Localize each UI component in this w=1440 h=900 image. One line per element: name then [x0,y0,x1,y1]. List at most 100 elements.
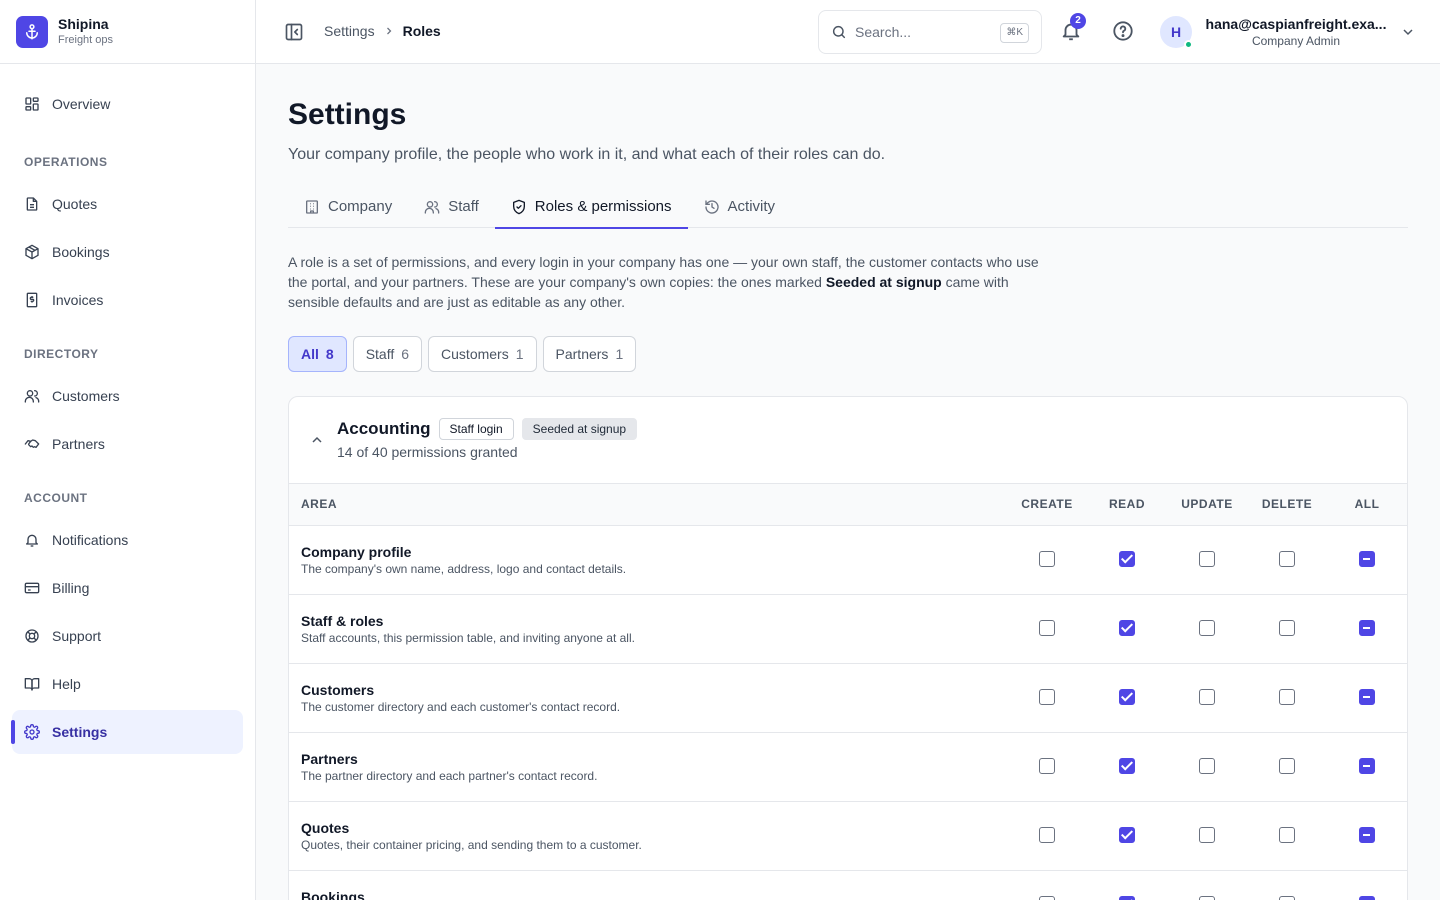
tab-label: Company [328,198,393,215]
user-menu[interactable]: hana@caspianfreight.exa... Company Admin [1200,14,1392,49]
permission-cell-delete [1247,663,1327,732]
area-name: Staff & roles [301,612,384,629]
sidebar-item-bookings[interactable]: Bookings [12,230,243,274]
filter-staff[interactable]: Staff 6 [352,336,423,372]
create-checkbox[interactable] [1039,551,1055,568]
update-checkbox[interactable] [1199,758,1215,775]
column-header-create: CREATE [1021,497,1073,512]
table-header-row: AREA CREATE READ UPDATE DELETE ALL [289,484,1407,525]
permission-cell-read [1087,870,1167,900]
filter-all[interactable]: All 8 [288,336,347,372]
read-checkbox[interactable] [1119,758,1135,775]
brand[interactable]: Shipina Freight ops [0,0,255,64]
tab-roles-permissions[interactable]: Roles & permissions [494,185,688,229]
permission-cell-delete [1247,732,1327,801]
filter-label: Customers [441,346,509,362]
delete-checkbox[interactable] [1279,551,1295,568]
permission-area: Staff & roles Staff accounts, this permis… [289,594,1007,663]
seeded-badge: Seeded at signup [521,418,638,440]
users-icon [24,390,40,403]
create-checkbox[interactable] [1039,827,1055,844]
update-checkbox[interactable] [1199,689,1215,706]
sidebar-item-customers[interactable]: Customers [12,374,243,418]
all-checkbox[interactable] [1359,551,1375,568]
permission-cell-create [1007,870,1087,900]
read-checkbox[interactable] [1119,896,1135,900]
permission-cell-all [1327,732,1407,801]
update-checkbox[interactable] [1199,827,1215,844]
main-content: Settings Your company profile, the peopl… [288,64,1408,900]
all-checkbox[interactable] [1359,620,1375,637]
sidebar-item-partners[interactable]: Partners [12,422,243,466]
permission-cell-all [1327,870,1407,900]
permission-area: Company profile The company's own name, a… [289,525,1007,594]
permission-cell-create [1007,801,1087,870]
delete-checkbox[interactable] [1279,758,1295,775]
read-checkbox[interactable] [1119,827,1135,844]
sidebar-item-settings[interactable]: Settings [11,710,243,754]
all-checkbox[interactable] [1359,896,1375,900]
sidebar-item-invoices[interactable]: Invoices [12,278,243,322]
tab-activity[interactable]: Activity [688,185,792,228]
create-checkbox[interactable] [1039,689,1055,706]
sidebar-item-support[interactable]: Support [12,614,243,658]
sidebar-item-label: Help [52,676,81,692]
update-checkbox[interactable] [1199,551,1215,568]
sidebar-item-overview[interactable]: Overview [12,82,243,126]
notifications-button[interactable]: 2 [1060,13,1086,44]
brand-name: Shipina [58,16,109,32]
sidebar-item-label: Quotes [52,196,98,212]
role-card: Accounting Staff login Seeded at signup … [288,396,1408,900]
book-icon [24,678,40,691]
sidebar-item-billing[interactable]: Billing [12,566,243,610]
filter-count: 1 [615,346,624,362]
read-checkbox[interactable] [1119,551,1135,568]
page-title: Settings [288,98,407,131]
area-description: Quotes, their container pricing, and sen… [301,837,642,852]
filter-partners[interactable]: Partners 1 [542,336,637,372]
chevron-right-icon [386,27,391,35]
chevron-down-icon[interactable] [1400,24,1416,40]
delete-checkbox[interactable] [1279,827,1295,844]
search-box[interactable]: ⌘K [818,10,1042,54]
filter-customers[interactable]: Customers 1 [428,336,537,372]
sidebar-item-notifications[interactable]: Notifications [12,518,243,562]
sidebar-toggle-icon[interactable] [284,22,304,42]
search-input[interactable] [855,24,995,40]
all-checkbox[interactable] [1359,758,1375,775]
sidebar-item-help[interactable]: Help [12,662,243,706]
tab-company[interactable]: Company [288,185,408,228]
tab-staff[interactable]: Staff [408,185,495,228]
avatar[interactable]: H [1160,16,1193,49]
filter-label: All [301,346,319,362]
permission-cell-update [1167,870,1247,900]
help-button[interactable] [1112,20,1136,44]
permission-cell-read [1087,663,1167,732]
breadcrumb-settings[interactable]: Settings [324,23,375,39]
all-checkbox[interactable] [1359,689,1375,706]
update-checkbox[interactable] [1199,896,1215,900]
invoice-icon [26,292,38,308]
online-status-dot [1184,40,1193,49]
permission-cell-delete [1247,870,1327,900]
update-checkbox[interactable] [1199,620,1215,637]
shield-icon [512,199,525,214]
delete-checkbox[interactable] [1279,620,1295,637]
read-checkbox[interactable] [1119,689,1135,706]
all-checkbox[interactable] [1359,827,1375,844]
chevron-up-icon[interactable] [309,432,325,448]
create-checkbox[interactable] [1039,758,1055,775]
permission-area: Partners The partner directory and each p… [289,732,1007,801]
create-checkbox[interactable] [1039,620,1055,637]
table-row: Staff & roles Staff accounts, this permis… [289,594,1407,663]
permission-cell-all [1327,525,1407,594]
filter-count: 8 [325,346,334,362]
sidebar-item-quotes[interactable]: Quotes [12,182,243,226]
tab-label: Activity [727,198,776,215]
read-checkbox[interactable] [1119,620,1135,637]
create-checkbox[interactable] [1039,896,1055,900]
delete-checkbox[interactable] [1279,689,1295,706]
delete-checkbox[interactable] [1279,896,1295,900]
box-icon [25,244,39,260]
area-description: The company's own name, address, logo an… [301,561,627,576]
